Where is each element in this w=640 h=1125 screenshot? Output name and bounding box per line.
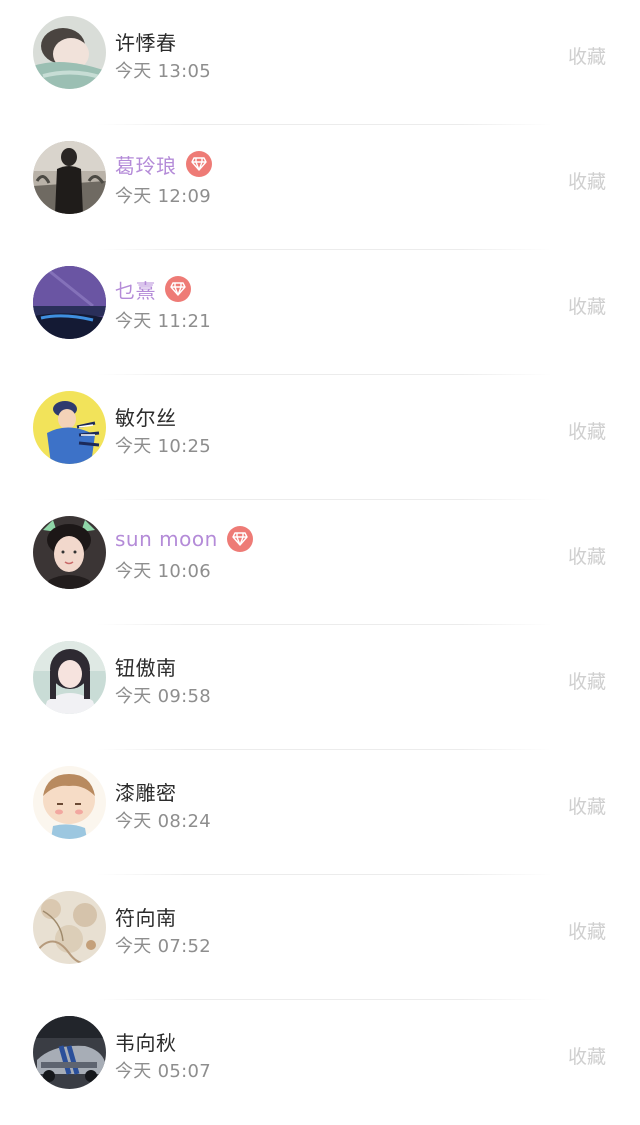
contact-name: 许悸春 <box>115 30 177 55</box>
list-item[interactable]: 漆雕密 今天 08:24 收藏 <box>0 750 640 875</box>
name-line: 葛玲琅 <box>115 150 212 178</box>
name-line: 乜熹 <box>115 275 191 303</box>
name-line: sun moon <box>115 525 253 553</box>
avatar[interactable] <box>33 1016 106 1089</box>
avatar[interactable] <box>33 516 106 589</box>
avatar[interactable] <box>33 391 106 464</box>
name-line: 符向南 <box>115 902 177 930</box>
contact-name: 乜熹 <box>115 278 156 303</box>
contact-name: 钮傲南 <box>115 655 177 680</box>
list-item[interactable]: 符向南 今天 07:52 收藏 <box>0 875 640 1000</box>
visit-time: 今天 10:06 <box>115 561 211 582</box>
diamond-icon <box>165 276 191 302</box>
visit-time: 今天 08:24 <box>115 811 211 832</box>
favorite-button[interactable]: 收藏 <box>568 542 606 569</box>
list-item[interactable]: 葛玲琅 今天 12:09 收藏 <box>0 125 640 250</box>
favorite-button[interactable]: 收藏 <box>568 792 606 819</box>
favorite-button[interactable]: 收藏 <box>568 167 606 194</box>
contact-name: 韦向秋 <box>115 1030 177 1055</box>
name-line: 许悸春 <box>115 27 177 55</box>
contact-name: sun moon <box>115 527 218 551</box>
visit-time: 今天 11:21 <box>115 311 211 332</box>
favorite-button[interactable]: 收藏 <box>568 42 606 69</box>
contact-name: 葛玲琅 <box>115 153 177 178</box>
list-item[interactable]: 钮傲南 今天 09:58 收藏 <box>0 625 640 750</box>
avatar[interactable] <box>33 16 106 89</box>
list-item[interactable]: sun moon 今天 10:06 收藏 <box>0 500 640 625</box>
list-item[interactable]: 乜熹 今天 11:21 收藏 <box>0 250 640 375</box>
name-line: 漆雕密 <box>115 777 177 805</box>
list-item[interactable]: 许悸春 今天 13:05 收藏 <box>0 0 640 125</box>
favorite-button[interactable]: 收藏 <box>568 292 606 319</box>
visit-time: 今天 09:58 <box>115 686 211 707</box>
contact-name: 漆雕密 <box>115 780 177 805</box>
name-line: 韦向秋 <box>115 1027 177 1055</box>
visit-time: 今天 13:05 <box>115 61 211 82</box>
visit-time: 今天 07:52 <box>115 936 211 957</box>
diamond-icon <box>226 526 253 552</box>
visit-time: 今天 05:07 <box>115 1061 211 1082</box>
favorite-button[interactable]: 收藏 <box>568 1042 606 1069</box>
diamond-icon <box>185 151 212 177</box>
name-line: 钮傲南 <box>115 652 177 680</box>
avatar[interactable] <box>33 266 106 339</box>
contact-name: 符向南 <box>115 905 177 930</box>
avatar[interactable] <box>33 141 106 214</box>
avatar[interactable] <box>33 891 106 964</box>
list-item[interactable]: 敏尔丝 今天 10:25 收藏 <box>0 375 640 500</box>
avatar[interactable] <box>33 641 106 714</box>
name-line: 敏尔丝 <box>115 402 177 430</box>
list-item[interactable]: 韦向秋 今天 05:07 收藏 <box>0 1000 640 1125</box>
favorite-button[interactable]: 收藏 <box>568 667 606 694</box>
avatar[interactable] <box>33 766 106 839</box>
favorite-button[interactable]: 收藏 <box>568 917 606 944</box>
contact-name: 敏尔丝 <box>115 405 177 430</box>
visit-time: 今天 12:09 <box>115 186 211 207</box>
favorite-button[interactable]: 收藏 <box>568 417 606 444</box>
visit-time: 今天 10:25 <box>115 436 211 457</box>
